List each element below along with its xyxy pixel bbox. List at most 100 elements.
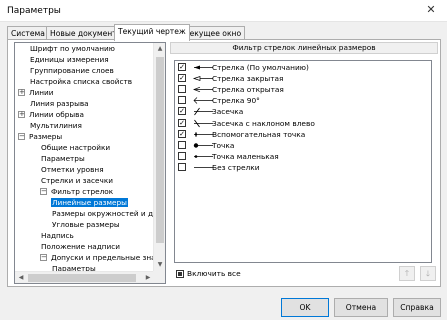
- window-title: Параметры: [7, 6, 61, 16]
- help-button[interactable]: Справка: [393, 298, 441, 317]
- title-bar: Параметры ✕: [0, 0, 447, 22]
- tree-item[interactable]: Угловые размеры: [51, 219, 121, 230]
- tree-item[interactable]: Надпись: [40, 230, 75, 241]
- arrow-filter-label: Точка: [212, 140, 235, 150]
- close-icon[interactable]: ✕: [415, 0, 447, 22]
- hscroll-thumb[interactable]: [28, 274, 136, 282]
- scroll-down-arrow-icon[interactable]: ▼: [154, 259, 165, 271]
- arrow-filter-row[interactable]: Стрелка открытая: [175, 84, 431, 95]
- tree-item-label: Линейные размеры: [51, 198, 128, 207]
- settings-tree: Шрифт по умолчанию Единицы измерения Групп…: [14, 42, 166, 284]
- checkbox-unchecked[interactable]: [178, 151, 186, 160]
- cancel-button[interactable]: Отмена: [334, 298, 388, 317]
- move-up-button[interactable]: 🡑: [399, 266, 415, 281]
- tree-item[interactable]: Общие настройки: [40, 142, 111, 153]
- collapse-icon[interactable]: −: [18, 133, 25, 140]
- collapse-icon[interactable]: −: [40, 188, 47, 195]
- checkbox-checked[interactable]: ✓: [178, 118, 186, 127]
- tree-item-label: Параметры: [52, 264, 96, 271]
- arrow-filter-label: Вспомогательная точка: [212, 129, 306, 139]
- tab-current-drawing[interactable]: Текущий чертеж: [114, 24, 190, 41]
- tree-item-label: Угловые размеры: [52, 220, 120, 229]
- tree-item-label: Общие настройки: [41, 143, 111, 152]
- tree-item-label: Линии обрыва: [29, 110, 84, 119]
- expand-icon[interactable]: +: [18, 111, 25, 118]
- arrow-filter-row[interactable]: Без стрелки: [175, 162, 431, 173]
- tree-item-label: Размеры: [29, 132, 63, 141]
- tree-item[interactable]: Мультилиния: [29, 120, 83, 131]
- arrow-filter-row[interactable]: ✓ Засечка: [175, 106, 431, 117]
- checkbox-unchecked[interactable]: [178, 96, 186, 105]
- checkbox-checked[interactable]: ✓: [178, 74, 186, 83]
- arrow-closed-icon: [192, 73, 214, 84]
- tree-item[interactable]: + Линии обрыва: [18, 109, 85, 120]
- arrow-filter-list: ✓ Стрелка (По умолчанию) ✓ Стрелка закрытая…: [174, 60, 432, 263]
- tree-item[interactable]: Отметки уровня: [40, 164, 105, 175]
- tick-icon: [192, 106, 214, 117]
- checkbox-unchecked[interactable]: [178, 140, 186, 149]
- tree-item[interactable]: Линейные размеры: [51, 197, 128, 208]
- arrow-filter-label: Стрелка 90°: [212, 96, 260, 106]
- arrow-filter-label: Без стрелки: [212, 162, 260, 172]
- tree-item[interactable]: Линия разрыва: [29, 98, 90, 109]
- tree-viewport: Шрифт по умолчанию Единицы измерения Групп…: [15, 43, 154, 271]
- arrow-filter-label: Засечка: [212, 107, 244, 117]
- filter-header: Фильтр стрелок линейных размеров: [170, 42, 438, 54]
- tree-item[interactable]: − Размеры: [18, 131, 63, 142]
- tree-item-label: Шрифт по умолчанию: [30, 44, 115, 53]
- ok-button[interactable]: OK: [281, 298, 329, 317]
- tree-item[interactable]: − Фильтр стрелок: [40, 186, 114, 197]
- scroll-up-arrow-icon[interactable]: ▲: [154, 43, 165, 55]
- tree-horizontal-scrollbar[interactable]: ◀ ▶: [15, 271, 154, 283]
- collapse-icon[interactable]: −: [40, 254, 47, 261]
- arrow-filter-row[interactable]: ✓ Вспомогательная точка: [175, 129, 431, 140]
- checkbox-unchecked[interactable]: [178, 85, 186, 94]
- arrow-filled-icon: [192, 62, 214, 73]
- tree-item[interactable]: Группирование слоев: [29, 65, 115, 76]
- arrow-filter-row[interactable]: Стрелка 90°: [175, 95, 431, 106]
- tree-item-label: Допуски и предельные значения: [51, 253, 154, 262]
- tree-item-label: Параметры: [41, 154, 85, 163]
- tree-item-label: Линия разрыва: [30, 99, 89, 108]
- checkbox-checked[interactable]: ✓: [178, 129, 186, 138]
- small-dot-icon: [192, 151, 214, 162]
- arrow-filter-label: Стрелка (По умолчанию): [212, 63, 309, 72]
- tree-item[interactable]: Настройка списка свойств: [29, 76, 133, 87]
- arrow-90-icon: [192, 95, 214, 106]
- arrow-filter-label: Стрелка открытая: [212, 85, 284, 95]
- tree-item-label: Размеры окружностей и дуг: [52, 209, 154, 218]
- scroll-thumb[interactable]: [156, 57, 164, 243]
- tree-item-label: Стрелки и засечки: [41, 176, 113, 185]
- enable-all-checkbox-box[interactable]: [176, 270, 184, 278]
- checkbox-checked[interactable]: ✓: [178, 63, 186, 71]
- tree-item[interactable]: Размеры окружностей и дуг: [51, 208, 154, 219]
- tree-vertical-scrollbar[interactable]: ▲ ▼: [153, 43, 165, 271]
- move-down-button[interactable]: 🡓: [420, 266, 436, 281]
- checkbox-checked[interactable]: ✓: [178, 107, 186, 116]
- arrow-filter-row[interactable]: ✓ Стрелка (По умолчанию): [175, 62, 431, 73]
- arrow-filter-row[interactable]: ✓ Стрелка закрытая: [175, 73, 431, 84]
- tree-item-label: Группирование слоев: [30, 66, 114, 75]
- scroll-left-arrow-icon[interactable]: ◀: [15, 272, 27, 283]
- enable-all-label: Включить все: [187, 269, 241, 278]
- tree-item[interactable]: Положение надписи: [40, 241, 121, 252]
- aux-point-icon: [192, 129, 214, 140]
- tree-item-label: Отметки уровня: [41, 165, 104, 174]
- checkbox-unchecked[interactable]: [178, 162, 186, 171]
- tree-item[interactable]: + Линии: [18, 87, 55, 98]
- expand-icon[interactable]: +: [18, 89, 25, 96]
- tree-item[interactable]: Стрелки и засечки: [40, 175, 114, 186]
- arrow-filter-label: Засечка с наклоном влево: [212, 118, 315, 128]
- tree-item-label: Надпись: [41, 231, 74, 240]
- arrow-filter-row[interactable]: Точка: [175, 140, 431, 151]
- tree-item[interactable]: Параметры: [40, 153, 86, 164]
- arrow-filter-row[interactable]: Точка маленькая: [175, 151, 431, 162]
- tab-system[interactable]: Система: [7, 26, 49, 40]
- tree-item[interactable]: Параметры: [51, 263, 97, 271]
- tab-current-window[interactable]: Текущее окно: [181, 26, 246, 40]
- tree-item[interactable]: Шрифт по умолчанию: [29, 43, 116, 54]
- tree-item[interactable]: Единицы измерения: [29, 54, 110, 65]
- arrow-filter-row[interactable]: ✓ Засечка с наклоном влево: [175, 118, 431, 129]
- tree-item[interactable]: −Допуски и предельные значения: [40, 252, 154, 263]
- arrow-filter-label: Точка маленькая: [212, 151, 279, 161]
